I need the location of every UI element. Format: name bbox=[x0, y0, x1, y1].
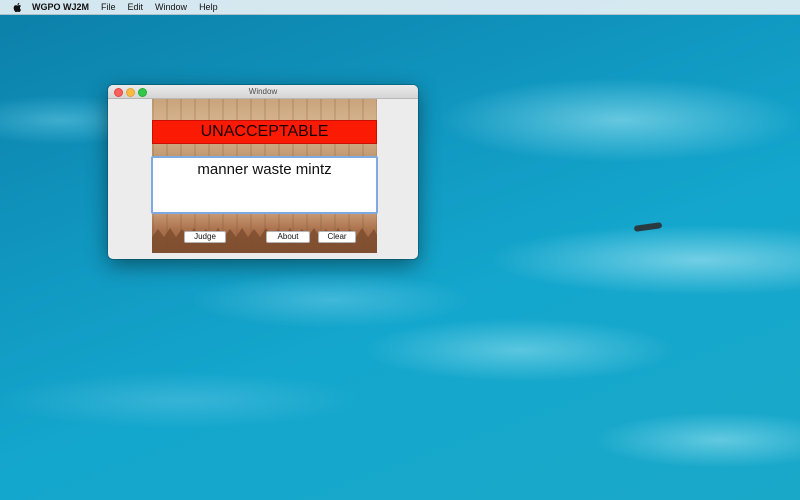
boat-image bbox=[633, 222, 663, 232]
menu-help[interactable]: Help bbox=[199, 2, 218, 12]
background-image-panel: UNACCEPTABLE manner waste mintz Judge Ab… bbox=[151, 99, 378, 253]
window-titlebar[interactable]: Window bbox=[108, 85, 418, 99]
app-window: Window UNACCEPTABLE manner waste mintz J… bbox=[108, 85, 418, 259]
window-title: Window bbox=[248, 87, 278, 96]
judge-button[interactable]: Judge bbox=[184, 231, 226, 243]
menu-file[interactable]: File bbox=[101, 2, 116, 12]
verdict-banner: UNACCEPTABLE bbox=[152, 120, 377, 144]
menu-app-name[interactable]: WGPO WJ2M bbox=[32, 2, 89, 12]
phrase-input[interactable]: manner waste mintz bbox=[151, 156, 378, 214]
about-button[interactable]: About bbox=[266, 231, 310, 243]
apple-icon[interactable] bbox=[12, 2, 22, 13]
menu-bar: WGPO WJ2M File Edit Window Help bbox=[0, 0, 800, 15]
menu-edit[interactable]: Edit bbox=[128, 2, 144, 12]
clear-button[interactable]: Clear bbox=[318, 231, 356, 243]
menu-window[interactable]: Window bbox=[155, 2, 187, 12]
